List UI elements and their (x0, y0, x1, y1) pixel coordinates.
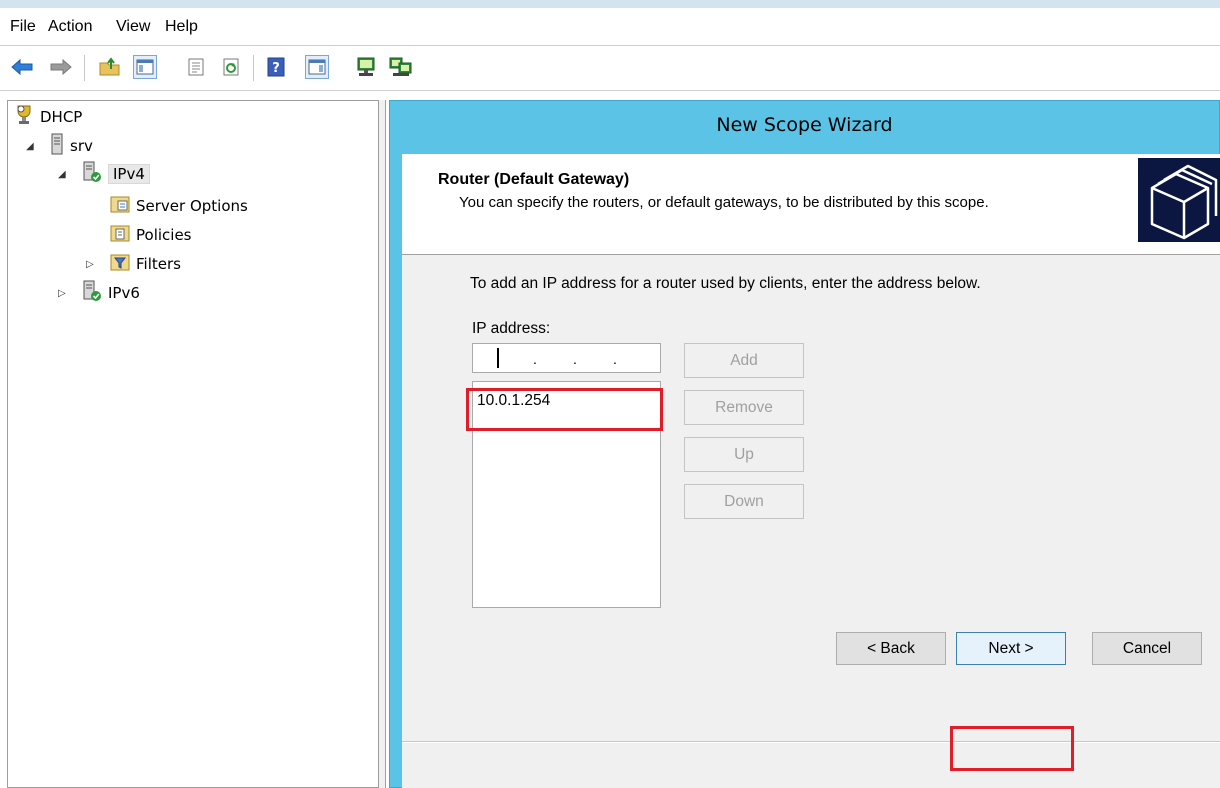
show-hide-console-tree-icon[interactable] (133, 55, 157, 79)
help-icon[interactable]: ? (264, 55, 288, 79)
ip-octet-separator: . (533, 351, 537, 367)
console-tree-pane: DHCP ◢ srv ◢ IPv4 Server Options Policie… (7, 100, 379, 788)
tree-item-srv[interactable]: ◢ srv (26, 133, 93, 159)
remove-button[interactable]: Remove (684, 390, 804, 425)
page-subtitle: You can specify the routers, or default … (459, 194, 989, 211)
toolbar: ? (0, 47, 1220, 91)
wizard-title: New Scope Wizard (716, 114, 893, 136)
highlight-box (950, 726, 1074, 771)
tree-item-policies[interactable]: Policies (110, 222, 191, 248)
menu-action[interactable]: Action (48, 18, 92, 36)
new-scope-wizard-window: New Scope Wizard Router (Default Gateway… (389, 100, 1220, 788)
tree-item-server-options[interactable]: Server Options (110, 193, 248, 219)
computer-icon[interactable] (354, 55, 378, 79)
wizard-folders-icon (1138, 158, 1220, 242)
next-button[interactable]: Next > (956, 632, 1066, 665)
ip-address-label: IP address: (472, 320, 551, 337)
window-top-strip (0, 0, 1220, 8)
menu-file[interactable]: File (10, 18, 36, 36)
filters-icon (110, 252, 130, 276)
page-title: Router (Default Gateway) (438, 171, 630, 188)
server-options-icon (110, 194, 130, 218)
forward-arrow-icon[interactable] (49, 55, 73, 79)
expanded-arrow-icon[interactable]: ◢ (58, 169, 66, 180)
menu-view[interactable]: View (116, 18, 150, 36)
ip-address-field[interactable]: . . . (472, 343, 661, 373)
tree-label-srv: srv (70, 137, 93, 155)
svg-text:?: ? (272, 61, 280, 76)
add-button[interactable]: Add (684, 343, 804, 378)
dhcp-trophy-icon (14, 104, 34, 130)
ip-octet-separator: . (613, 351, 617, 367)
policies-icon (110, 223, 130, 247)
wizard-header: Router (Default Gateway) You can specify… (402, 154, 1220, 255)
tree-label-policies: Policies (136, 226, 192, 244)
tree-label-ipv6: IPv6 (108, 284, 140, 302)
down-button[interactable]: Down (684, 484, 804, 519)
menu-help[interactable]: Help (165, 18, 198, 36)
ipv6-server-icon (82, 280, 102, 306)
tree-item-ipv6[interactable]: ▷ IPv6 (58, 280, 140, 306)
pane-splitter[interactable] (379, 100, 386, 788)
properties-icon[interactable] (184, 55, 208, 79)
tree-item-dhcp[interactable]: DHCP (14, 104, 82, 130)
refresh-icon[interactable] (219, 55, 243, 79)
network-computers-icon[interactable] (389, 55, 413, 79)
up-button[interactable]: Up (684, 437, 804, 472)
collapsed-arrow-icon[interactable]: ▷ (58, 288, 66, 299)
ip-octet-separator: . (573, 351, 577, 367)
toolbar-separator (253, 55, 254, 81)
highlight-box (466, 388, 663, 431)
back-button[interactable]: < Back (836, 632, 946, 665)
up-folder-icon[interactable] (98, 55, 122, 79)
wizard-body: Router (Default Gateway) You can specify… (402, 154, 1220, 788)
text-caret (497, 348, 499, 368)
expanded-arrow-icon[interactable]: ◢ (26, 141, 34, 152)
instruction-text: To add an IP address for a router used b… (470, 275, 981, 292)
tree-label-dhcp: DHCP (40, 108, 83, 126)
tree-label-ipv4: IPv4 (108, 164, 150, 184)
ipv4-server-icon (82, 161, 102, 187)
cancel-button[interactable]: Cancel (1092, 632, 1202, 665)
tree-item-filters[interactable]: ▷ Filters (86, 251, 181, 277)
tree-label-filters: Filters (136, 255, 181, 273)
footer-divider (402, 742, 1220, 743)
back-arrow-icon[interactable] (10, 55, 34, 79)
server-icon (50, 133, 64, 159)
toolbar-separator (84, 55, 85, 81)
tree-label-server-options: Server Options (136, 197, 248, 215)
collapsed-arrow-icon[interactable]: ▷ (86, 259, 94, 270)
show-hide-action-pane-icon[interactable] (305, 55, 329, 79)
menu-bar: File Action View Help (0, 8, 1220, 46)
tree-item-ipv4[interactable]: ◢ IPv4 (58, 161, 150, 187)
